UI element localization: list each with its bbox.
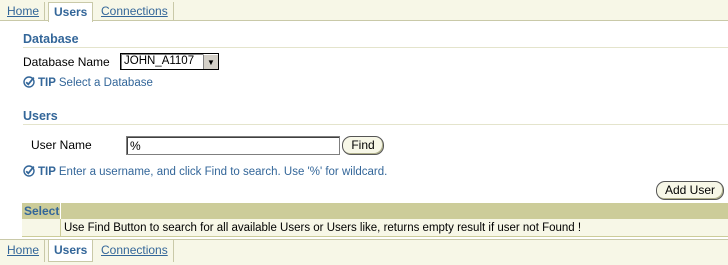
tab-home[interactable]: Home <box>2 2 46 21</box>
tab-users[interactable]: Users <box>48 2 94 22</box>
tip-label: TIP <box>38 77 56 89</box>
users-tip: TIP Enter a username, and click Find to s… <box>23 165 387 178</box>
database-name-select[interactable]: JOHN_A1107 ▼ <box>120 53 219 70</box>
results-table-header: Select <box>22 203 728 219</box>
users-section-heading: Users <box>23 108 728 125</box>
tab-users-bottom[interactable]: Users <box>48 240 94 262</box>
user-name-input[interactable] <box>126 136 340 155</box>
select-column-header: Select <box>24 203 61 219</box>
tab-connections[interactable]: Connections <box>96 2 174 21</box>
database-name-value: JOHN_A1107 <box>124 55 195 67</box>
find-button[interactable]: Find <box>342 136 384 155</box>
chevron-down-icon[interactable]: ▼ <box>203 54 218 69</box>
database-tip: TIP Select a Database <box>23 76 153 89</box>
select-cell <box>22 219 61 237</box>
tab-connections-bottom[interactable]: Connections <box>96 240 174 262</box>
check-icon <box>23 165 35 177</box>
users-tip-text: Enter a username, and click Find to sear… <box>58 166 388 178</box>
database-tip-text: Select a Database <box>58 77 153 89</box>
user-name-label: User Name <box>31 138 92 152</box>
database-section-heading: Database <box>23 31 728 48</box>
tab-home-bottom[interactable]: Home <box>2 240 46 262</box>
top-tab-bar: Home Users Connections <box>0 0 728 22</box>
check-icon <box>23 76 35 88</box>
add-user-button[interactable]: Add User <box>656 181 724 200</box>
results-empty-row: Use Find Button to search for all availa… <box>22 219 728 237</box>
bottom-tab-bar: Home Users Connections <box>0 239 728 265</box>
database-name-label: Database Name <box>23 55 110 69</box>
empty-result-message: Use Find Button to search for all availa… <box>64 222 582 234</box>
tip-label: TIP <box>38 166 56 178</box>
